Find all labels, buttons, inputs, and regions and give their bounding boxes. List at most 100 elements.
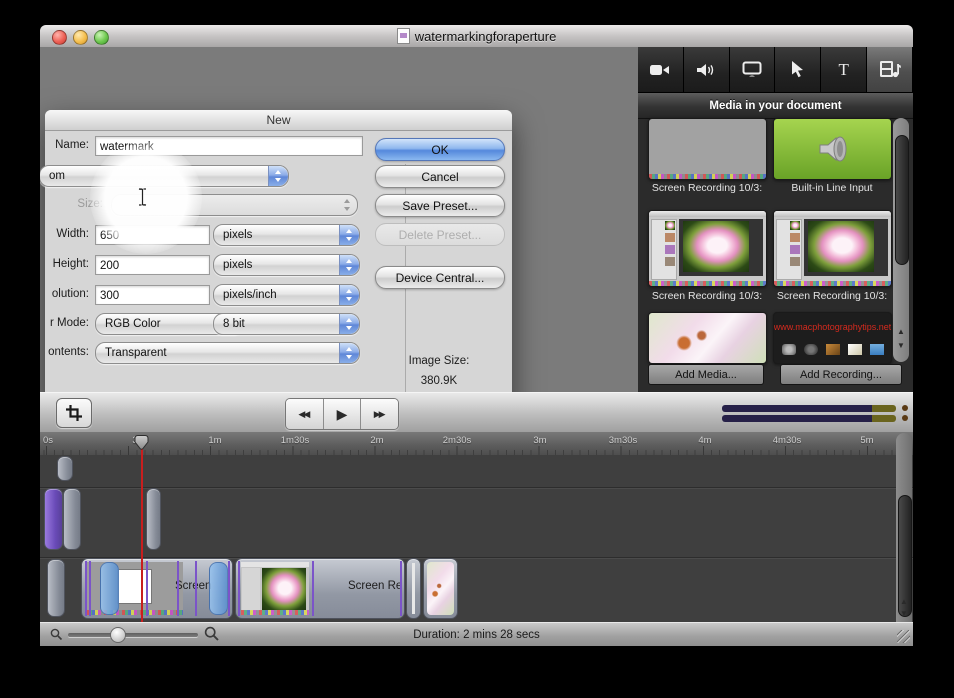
speaker-icon [696, 62, 716, 78]
tool-text-button[interactable]: T [821, 47, 867, 92]
save-preset-button[interactable]: Save Preset... [375, 194, 505, 217]
rewind-icon: ◀◀ [298, 409, 310, 420]
preset-dropdown[interactable]: om [40, 165, 289, 187]
rewind-button[interactable]: ◀◀ [286, 399, 324, 429]
scroll-up-icon[interactable]: ▲ [896, 597, 912, 606]
width-field[interactable] [95, 225, 210, 245]
ok-button[interactable]: OK [375, 138, 505, 161]
video-canvas[interactable]: New Name: om Size: Width: pixels [40, 47, 638, 392]
photoshop-new-dialog: New Name: om Size: Width: pixels [45, 110, 512, 392]
clip-bottom-left-pill[interactable] [47, 559, 65, 617]
display-icon [742, 61, 762, 78]
window-title-group: watermarkingforaperture [397, 28, 557, 44]
ruler-label: 4m [698, 435, 711, 446]
stepper-icon[interactable] [339, 255, 359, 275]
size-label: Size: [59, 198, 103, 210]
crop-icon [65, 404, 83, 422]
ruler-label: 4m30s [773, 435, 802, 446]
resolution-unit-value: pixels/inch [223, 289, 277, 301]
scroll-down-icon[interactable]: ▼ [893, 341, 909, 350]
bit-depth-dropdown[interactable]: 8 bit [213, 313, 360, 335]
camera-icon [649, 62, 671, 78]
tool-audio-button[interactable] [684, 47, 730, 92]
ruler-label: 3m [533, 435, 546, 446]
width-unit-value: pixels [223, 229, 252, 241]
stepper-icon[interactable] [339, 285, 359, 305]
sidebar-thumbs [651, 219, 677, 280]
height-unit-dropdown[interactable]: pixels [213, 254, 360, 276]
name-field[interactable] [95, 136, 363, 156]
cancel-button[interactable]: Cancel [375, 165, 505, 188]
resize-grip[interactable] [897, 630, 910, 643]
play-button[interactable]: ▶ [324, 399, 362, 429]
close-window-button[interactable] [52, 30, 67, 45]
audio-meter-right [722, 415, 896, 422]
fast-forward-button[interactable]: ▶▶ [361, 399, 398, 429]
media-item-screen-recording-3[interactable] [773, 210, 892, 287]
tool-camera-button[interactable] [638, 47, 684, 92]
height-field[interactable] [95, 255, 210, 275]
window-titlebar[interactable]: watermarkingforaperture [40, 25, 913, 48]
add-recording-button[interactable]: Add Recording... [780, 364, 902, 385]
contents-label: ontents: [45, 346, 89, 358]
zoom-window-button[interactable] [94, 30, 109, 45]
media-item-screen-recording-2[interactable] [648, 210, 767, 287]
add-media-button[interactable]: Add Media... [648, 364, 764, 385]
track-separator [40, 487, 913, 488]
ruler-label: 2m30s [443, 435, 472, 446]
scroll-down-icon[interactable]: ▼ [896, 609, 912, 618]
tool-cursor-button[interactable] [775, 47, 821, 92]
media-item-web-page[interactable]: www.macphotographytips.net [773, 312, 892, 364]
web-page-icons [782, 344, 884, 355]
tool-media-library-button[interactable] [867, 47, 913, 92]
action-marker[interactable] [209, 562, 228, 615]
timeline-toolbar: ◀◀ ▶ ▶▶ [40, 392, 913, 434]
media-item-screen-recording-1[interactable] [648, 118, 767, 180]
screenshot-stage: watermarkingforaperture New Name: om Siz… [0, 0, 954, 698]
clip-thin[interactable] [406, 558, 421, 619]
size-dropdown [111, 194, 358, 216]
contents-value: Transparent [105, 347, 167, 359]
speaker-3d-icon [816, 134, 850, 164]
timeline-ruler[interactable]: 0s 30s 1m 1m30s 2m 2m30s 3m 3m30s 4m 4m3… [40, 432, 913, 456]
scroll-up-icon[interactable]: ▲ [893, 327, 909, 336]
bit-depth-value: 8 bit [223, 318, 245, 330]
action-marker[interactable] [100, 562, 119, 615]
media-item-label: Built-in Line Input [772, 182, 892, 194]
timeline-tracks[interactable]: Screen Screen Re [40, 455, 913, 622]
ruler-major-ticks [40, 446, 913, 455]
contents-dropdown[interactable]: Transparent [95, 342, 360, 364]
image-area [679, 219, 763, 276]
resolution-field[interactable] [95, 285, 210, 305]
clip-small-top-track[interactable] [57, 456, 73, 481]
ibeam-cursor-icon [138, 188, 147, 206]
clip-audio-purple[interactable] [44, 488, 63, 550]
tool-display-button[interactable] [730, 47, 776, 92]
clip-screen-recording-1[interactable]: Screen [81, 558, 233, 619]
ruler-label: 0s [43, 435, 53, 446]
timeline-scrollbar[interactable]: ▲ ▼ [896, 433, 912, 622]
width-unit-dropdown[interactable]: pixels [213, 224, 360, 246]
stepper-icon[interactable] [339, 314, 359, 334]
audio-meter-left [722, 405, 896, 412]
media-item-lily-photo[interactable] [648, 312, 767, 364]
media-scrollbar[interactable]: ▲ ▼ [893, 118, 909, 362]
clip-audio-short[interactable] [146, 488, 161, 550]
device-central-button[interactable]: Device Central... [375, 266, 505, 289]
clip-audio-gray[interactable] [63, 488, 81, 550]
clip-lily-photo[interactable] [423, 558, 458, 619]
stepper-icon[interactable] [339, 225, 359, 245]
clip-screen-recording-2[interactable]: Screen Re [235, 558, 405, 619]
playhead-line[interactable] [141, 446, 143, 622]
crop-button[interactable] [56, 398, 92, 428]
playhead-handle[interactable] [132, 434, 151, 451]
resolution-unit-dropdown[interactable]: pixels/inch [213, 284, 360, 306]
stepper-icon[interactable] [339, 343, 359, 363]
height-unit-value: pixels [223, 259, 252, 271]
media-library-panel: T Media in your document Screen Recordin… [638, 47, 913, 392]
audio-clip-indicator [902, 415, 908, 421]
media-item-line-input[interactable] [773, 118, 892, 180]
minimize-window-button[interactable] [73, 30, 88, 45]
stepper-icon[interactable] [268, 166, 288, 186]
media-scrollbar-thumb[interactable] [895, 135, 909, 265]
